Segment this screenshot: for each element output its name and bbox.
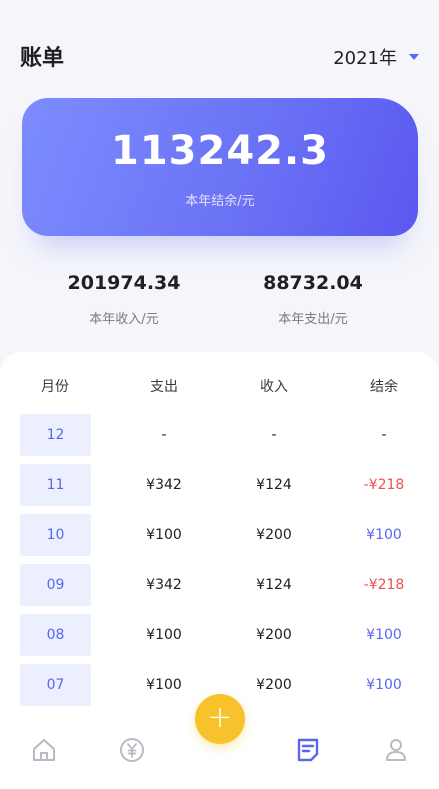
balance-cell: ¥100: [366, 527, 402, 543]
month-badge[interactable]: 08: [20, 614, 91, 656]
user-icon: [386, 739, 406, 761]
income-cell: ¥124: [256, 577, 292, 593]
balance-cell: ¥100: [366, 677, 402, 693]
expense-cell: ¥342: [146, 477, 182, 493]
balance-cell: -: [381, 427, 387, 443]
expense-cell: ¥100: [146, 627, 182, 643]
bill-icon: [297, 738, 319, 762]
expense-cell: -: [161, 427, 167, 443]
balance-cell: ¥100: [366, 627, 402, 643]
income-cell: ¥124: [256, 477, 292, 493]
column-header-balance: 结余: [370, 379, 398, 395]
balance-card: 113242.3 本年结余/元: [22, 98, 418, 236]
tab-bill[interactable]: [294, 736, 322, 764]
column-header-expense: 支出: [150, 379, 178, 395]
tab-home[interactable]: [30, 736, 58, 764]
header: 账单 2021年: [0, 0, 439, 110]
month-badge[interactable]: 10: [20, 514, 91, 556]
table-row[interactable]: 11 ¥342 ¥124 -¥218: [0, 464, 439, 506]
tab-profile[interactable]: [382, 736, 410, 764]
month-badge[interactable]: 09: [20, 564, 91, 606]
expense-summary: 88732.04 本年支出/元: [223, 272, 403, 327]
chevron-down-icon: [409, 54, 419, 60]
income-amount: 201974.34: [67, 272, 181, 294]
income-summary: 201974.34 本年收入/元: [34, 272, 214, 327]
table-row[interactable]: 12 - - -: [0, 414, 439, 456]
expense-cell: ¥100: [146, 677, 182, 693]
income-cell: ¥200: [256, 627, 292, 643]
month-badge[interactable]: 11: [20, 464, 91, 506]
expense-cell: ¥100: [146, 527, 182, 543]
home-icon: [33, 739, 55, 761]
expense-cell: ¥342: [146, 577, 182, 593]
income-cell: ¥200: [256, 527, 292, 543]
yen-circle-icon: [120, 738, 144, 762]
expense-label: 本年支出/元: [278, 312, 348, 327]
page-title: 账单: [20, 46, 65, 71]
column-header-income: 收入: [260, 379, 288, 395]
balance-amount: 113242.3: [110, 128, 330, 174]
balance-label: 本年结余/元: [185, 194, 255, 209]
expense-amount: 88732.04: [263, 272, 363, 294]
add-record-button[interactable]: +: [195, 694, 245, 744]
balance-cell: -¥218: [363, 577, 405, 593]
balance-cell: -¥218: [363, 477, 405, 493]
year-selector-label: 2021年: [333, 48, 397, 69]
tab-money[interactable]: [118, 736, 146, 764]
table-header: 月份 支出 收入 结余: [0, 376, 439, 396]
month-badge[interactable]: 07: [20, 664, 91, 706]
income-cell: -: [271, 427, 277, 443]
table-row[interactable]: 10 ¥100 ¥200 ¥100: [0, 514, 439, 556]
column-header-month: 月份: [41, 379, 69, 395]
year-selector[interactable]: 2021年: [333, 44, 419, 70]
table-row[interactable]: 09 ¥342 ¥124 -¥218: [0, 564, 439, 606]
income-cell: ¥200: [256, 677, 292, 693]
month-badge[interactable]: 12: [20, 414, 91, 456]
table-row[interactable]: 08 ¥100 ¥200 ¥100: [0, 614, 439, 656]
income-label: 本年收入/元: [89, 312, 159, 327]
